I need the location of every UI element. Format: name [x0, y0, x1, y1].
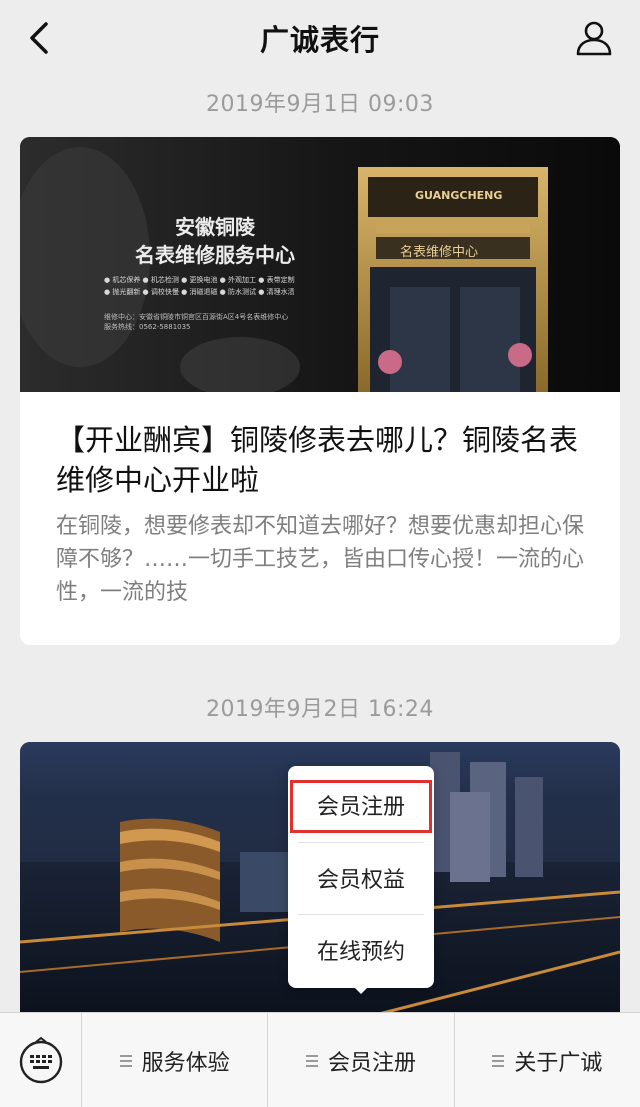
message-timestamp: 2019年9月1日 09:03: [206, 92, 434, 117]
profile-button[interactable]: [574, 18, 614, 58]
cover-headline-sub: 名表维修服务中心: [135, 243, 295, 267]
store-sign-top: GUANGCHENG: [415, 189, 503, 202]
menu-lines-icon: [305, 1052, 318, 1070]
menu-tab-service[interactable]: 服务体验: [82, 1013, 269, 1107]
article-title[interactable]: 【开业酬宾】铜陵修表去哪儿？铜陵名表维修中心开业啦: [56, 420, 586, 500]
submenu-item-member-benefits[interactable]: 会员权益: [298, 842, 424, 912]
article-description: 在铜陵，想要修表却不知道去哪好？想要优惠却担心保障不够？……一切手工技艺，皆由口…: [56, 514, 585, 605]
cover-headline: 安徽铜陵: [175, 215, 255, 239]
article-card[interactable]: 安徽铜陵 名表维修服务中心 ● 机芯保养 ● 机芯检测 ● 更换电池 ● 外观加…: [20, 137, 620, 645]
nav-bar: 广诚表行: [0, 0, 640, 76]
cover-hotline: 服务热线：0562-5881035: [104, 323, 191, 331]
menu-tab-label: 会员注册: [327, 1050, 416, 1076]
menu-tab-label: 服务体验: [141, 1050, 230, 1076]
keyboard-toggle-button[interactable]: [0, 1013, 82, 1107]
menu-tab-label: 关于广诚: [514, 1050, 603, 1076]
store-sign-bottom: 名表维修中心: [400, 245, 479, 260]
highlight-box: [290, 780, 432, 833]
menu-lines-icon: [492, 1052, 505, 1070]
article-cover-image: 安徽铜陵 名表维修服务中心 ● 机芯保养 ● 机芯检测 ● 更换电池 ● 外观加…: [20, 137, 620, 397]
cover-address: 维修中心：安徽省铜陵市铜官区百源街A区4号名表维修中心: [104, 313, 289, 321]
menu-lines-icon: [119, 1052, 132, 1070]
submenu-item-online-booking[interactable]: 在线预约: [298, 914, 424, 984]
message-timestamp: 2019年9月2日 16:24: [206, 697, 434, 722]
bottom-menu-bar: 服务体验 会员注册 关于广诚: [0, 1012, 640, 1107]
back-button[interactable]: [22, 20, 58, 56]
menu-tab-member-register[interactable]: 会员注册: [268, 1013, 455, 1107]
popup-arrow: [351, 984, 371, 994]
keyboard-icon: [19, 1036, 62, 1083]
page-title: 广诚表行: [259, 23, 380, 57]
chevron-left-icon: [30, 22, 48, 54]
cover-services-1: ● 机芯保养 ● 机芯检测 ● 更换电池 ● 外观加工 ● 表带定制: [104, 276, 295, 284]
cover-services-2: ● 抛光翻新 ● 调校快慢 ● 消磁退磁 ● 防水测试 ● 清理水渍: [104, 288, 295, 296]
person-icon: [576, 21, 612, 56]
menu-tab-about[interactable]: 关于广诚: [455, 1013, 640, 1107]
